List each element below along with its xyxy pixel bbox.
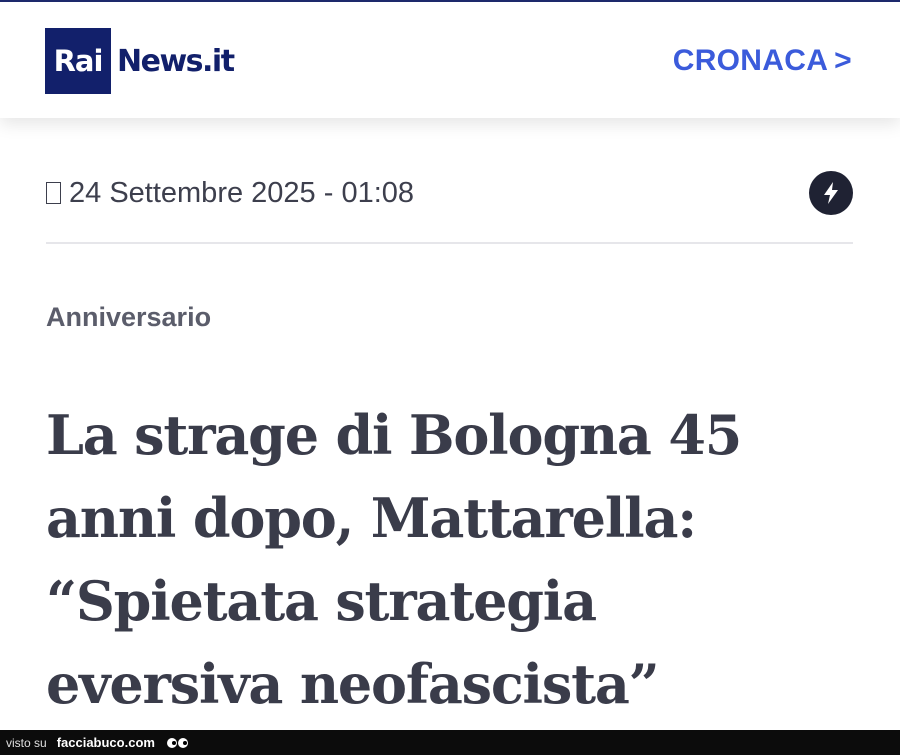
chevron-right-icon: >	[834, 44, 852, 77]
publish-date: 24 Settembre 2025 - 01:08	[46, 177, 414, 210]
divider	[46, 242, 853, 244]
watermark-site[interactable]: facciabuco.com	[57, 735, 155, 750]
article-headline: La strage di Bologna 45 anni dopo, Matta…	[46, 403, 742, 716]
publish-date-text: 24 Settembre 2025 - 01:08	[69, 176, 415, 209]
site-header: Rai News.it CRONACA >	[0, 2, 900, 118]
page: Rai News.it CRONACA > 24 Settembre 2025 …	[0, 0, 900, 755]
watermark-prefix: visto su	[6, 735, 47, 750]
section-label: CRONACA	[672, 44, 829, 77]
watermark-bar: visto su facciabuco.com	[0, 730, 900, 755]
article-meta: 24 Settembre 2025 - 01:08	[46, 170, 853, 216]
news-logo-text: News.it	[117, 43, 235, 79]
eyes-icon	[166, 737, 188, 748]
bolt-icon[interactable]	[809, 171, 853, 215]
rainews-logo[interactable]: Rai News.it	[45, 28, 235, 94]
rai-logo-mark: Rai	[45, 28, 111, 94]
section-link-cronaca[interactable]: CRONACA >	[673, 44, 852, 78]
clock-icon	[46, 182, 61, 204]
article-kicker: Anniversario	[46, 302, 212, 332]
